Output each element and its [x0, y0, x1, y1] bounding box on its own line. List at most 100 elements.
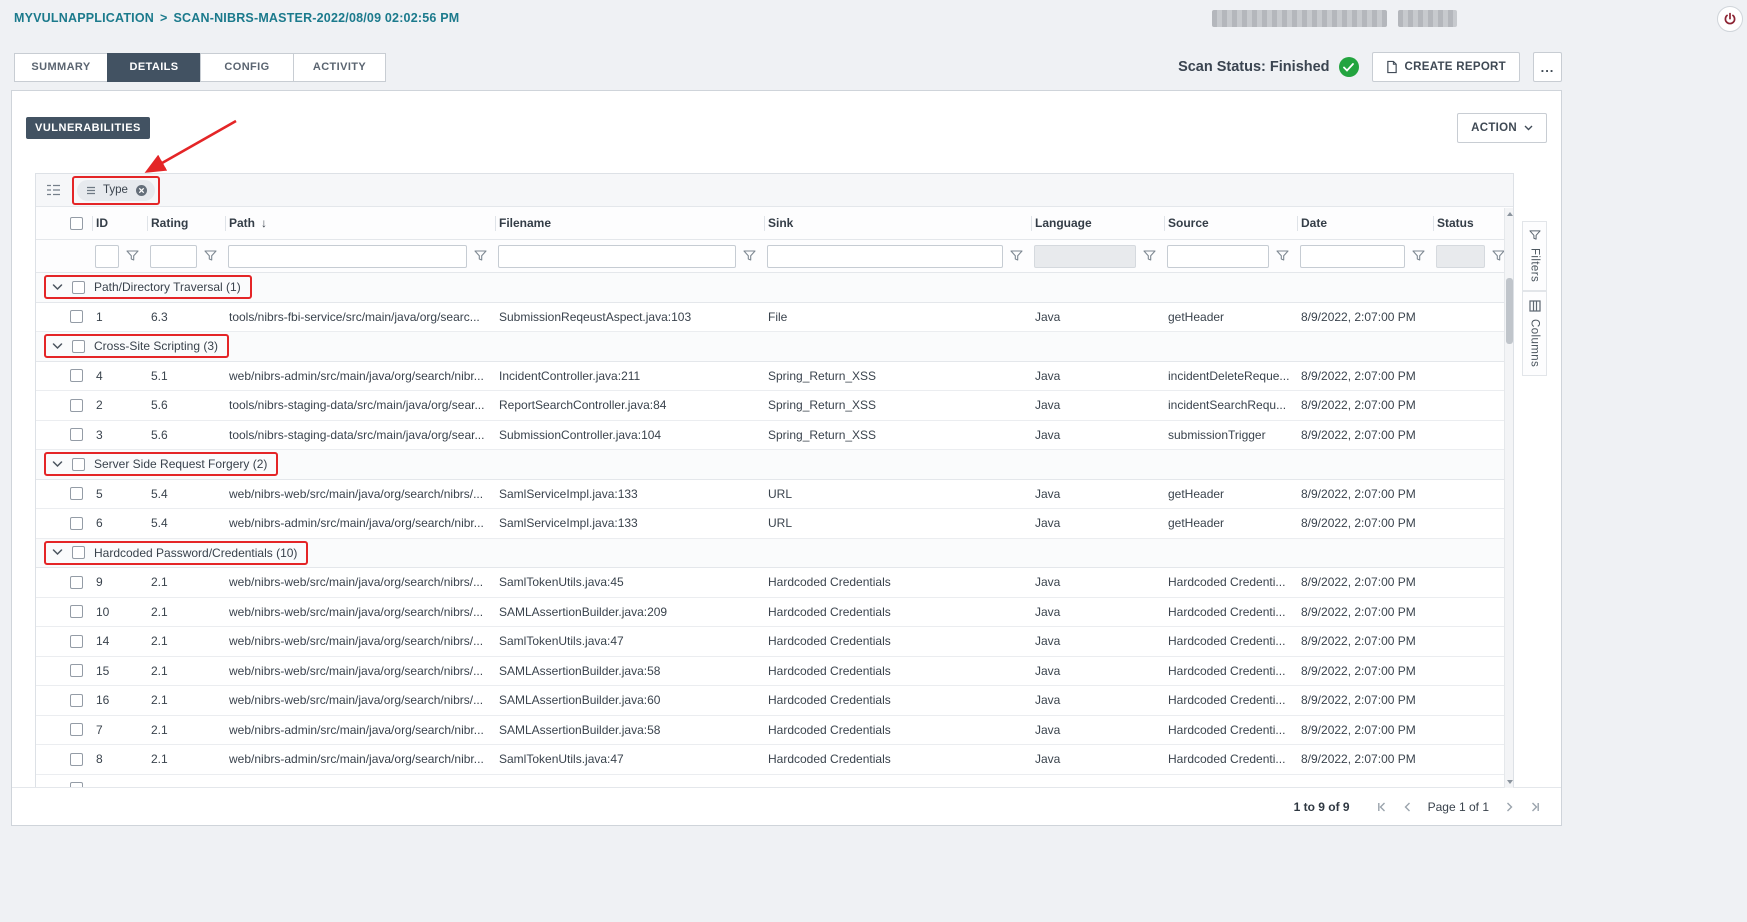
tab-details[interactable]: DETAILS [107, 53, 200, 82]
table-row[interactable]: 82.1web/nibrs-admin/src/main/java/org/se… [36, 745, 1513, 775]
row-group-bar: Type [36, 174, 1513, 207]
filter-input-id[interactable] [95, 245, 119, 268]
select-all-checkbox[interactable] [70, 217, 83, 230]
filter-menu-icon-rating[interactable] [204, 250, 217, 262]
table-row[interactable]: 102.1web/nibrs-web/src/main/java/org/sea… [36, 598, 1513, 628]
cell-sink: Spring_Return_XSS [764, 428, 1031, 442]
collapse-group-icon[interactable] [52, 343, 63, 350]
column-header-filename[interactable]: Filename [495, 207, 764, 239]
group-row[interactable]: Path/Directory Traversal (1) [36, 273, 1513, 303]
table-row[interactable]: 25.6tools/nibrs-staging-data/src/main/ja… [36, 391, 1513, 421]
filter-input-rating[interactable] [150, 245, 197, 268]
cell-path: tools/nibrs-staging-data/src/main/java/o… [225, 398, 495, 412]
column-header-language[interactable]: Language [1031, 207, 1164, 239]
breadcrumb-scan-link[interactable]: SCAN-NIBRS-MASTER-2022/08/09 02:02:56 PM [173, 11, 459, 25]
row-checkbox[interactable] [70, 723, 83, 736]
group-row[interactable]: Hardcoded Password/Credentials (10) [36, 539, 1513, 569]
table-row[interactable]: 35.6tools/nibrs-staging-data/src/main/ja… [36, 421, 1513, 451]
remove-group-icon[interactable] [135, 184, 148, 197]
filter-menu-icon-filename[interactable] [743, 250, 756, 262]
filter-cell-sink [764, 240, 1031, 272]
row-checkbox[interactable] [70, 310, 83, 323]
collapse-group-icon[interactable] [52, 284, 63, 291]
filter-input-source[interactable] [1167, 245, 1269, 268]
filter-menu-icon-sink[interactable] [1010, 250, 1023, 262]
row-checkbox[interactable] [70, 369, 83, 382]
table-row[interactable]: 152.1web/nibrs-web/src/main/java/org/sea… [36, 657, 1513, 687]
column-header-rating[interactable]: Rating [147, 207, 225, 239]
filter-menu-icon-source[interactable] [1276, 250, 1289, 262]
cell-sink: Hardcoded Credentials [764, 664, 1031, 678]
table-row[interactable]: 142.1web/nibrs-web/src/main/java/org/sea… [36, 627, 1513, 657]
tab-summary[interactable]: SUMMARY [14, 53, 107, 82]
table-row[interactable]: 16.3tools/nibrs-fbi-service/src/main/jav… [36, 303, 1513, 333]
collapse-group-icon[interactable] [52, 461, 63, 468]
side-tab-columns[interactable]: Columns [1522, 291, 1547, 376]
table-row[interactable]: 45.1web/nibrs-admin/src/main/java/org/se… [36, 362, 1513, 392]
cell-id: 2 [92, 398, 147, 412]
row-checkbox[interactable] [70, 605, 83, 618]
row-checkbox[interactable] [70, 694, 83, 707]
filter-input-path[interactable] [228, 245, 467, 268]
last-page-button[interactable] [1529, 801, 1541, 813]
action-button[interactable]: ACTION [1457, 113, 1547, 143]
table-row[interactable]: 162.1web/nibrs-web/src/main/java/org/sea… [36, 686, 1513, 716]
filter-menu-icon-date[interactable] [1412, 250, 1425, 262]
table-row[interactable]: 55.4web/nibrs-web/src/main/java/org/sear… [36, 480, 1513, 510]
cell-id: 16 [92, 693, 147, 707]
row-select-cell [36, 576, 92, 589]
first-page-button[interactable] [1376, 801, 1388, 813]
column-header-label: Status [1437, 216, 1474, 230]
next-page-button[interactable] [1503, 801, 1515, 813]
cell-id: 4 [92, 369, 147, 383]
vertical-scrollbar[interactable] [1504, 208, 1513, 788]
column-header-date[interactable]: Date [1297, 207, 1433, 239]
group-row[interactable]: Server Side Request Forgery (2) [36, 450, 1513, 480]
scroll-up-icon[interactable] [1505, 209, 1514, 219]
table-row[interactable]: 72.1web/nibrs-admin/src/main/java/org/se… [36, 716, 1513, 746]
filter-cell-source [1164, 240, 1297, 272]
collapse-group-icon[interactable] [52, 549, 63, 556]
column-header-source[interactable]: Source [1164, 207, 1297, 239]
column-header-status[interactable]: Status [1433, 207, 1513, 239]
app-root: MYVULNAPPLICATION>SCAN-NIBRS-MASTER-2022… [0, 0, 1747, 922]
filter-menu-icon-path[interactable] [474, 250, 487, 262]
row-checkbox[interactable] [70, 753, 83, 766]
breadcrumb-app-link[interactable]: MYVULNAPPLICATION [14, 11, 154, 25]
group-pill-type[interactable]: Type [77, 180, 155, 201]
filter-menu-icon-language[interactable] [1143, 250, 1156, 262]
column-header-id[interactable]: ID [92, 207, 147, 239]
row-checkbox[interactable] [70, 635, 83, 648]
group-select-checkbox[interactable] [72, 546, 85, 559]
row-checkbox[interactable] [70, 487, 83, 500]
more-options-button[interactable]: ... [1533, 52, 1562, 82]
logout-power-button[interactable] [1717, 6, 1743, 32]
row-checkbox[interactable] [70, 576, 83, 589]
cell-date: 8/9/2022, 2:07:00 PM [1297, 310, 1433, 324]
table-row[interactable]: 92.1web/nibrs-web/src/main/java/org/sear… [36, 568, 1513, 598]
side-tab-filters[interactable]: Filters [1522, 221, 1547, 291]
tab-activity[interactable]: ACTIVITY [293, 53, 386, 82]
group-select-checkbox[interactable] [72, 281, 85, 294]
column-header-sink[interactable]: Sink [764, 207, 1031, 239]
group-select-checkbox[interactable] [72, 458, 85, 471]
create-report-button[interactable]: CREATE REPORT [1372, 52, 1520, 82]
prev-page-button[interactable] [1402, 801, 1414, 813]
filter-menu-icon-id[interactable] [126, 250, 139, 262]
tab-config[interactable]: CONFIG [200, 53, 293, 82]
cell-path: web/nibrs-admin/src/main/java/org/search… [225, 723, 495, 737]
group-select-checkbox[interactable] [72, 340, 85, 353]
scroll-down-icon[interactable] [1505, 777, 1514, 787]
row-checkbox[interactable] [70, 399, 83, 412]
filter-input-date[interactable] [1300, 245, 1405, 268]
scrollbar-thumb[interactable] [1506, 278, 1513, 344]
cell-path: web/nibrs-admin/src/main/java/org/search… [225, 752, 495, 766]
row-checkbox[interactable] [70, 517, 83, 530]
filter-input-filename[interactable] [498, 245, 736, 268]
row-checkbox[interactable] [70, 664, 83, 677]
table-row[interactable]: 65.4web/nibrs-admin/src/main/java/org/se… [36, 509, 1513, 539]
group-row[interactable]: Cross-Site Scripting (3) [36, 332, 1513, 362]
filter-input-sink[interactable] [767, 245, 1003, 268]
row-checkbox[interactable] [70, 428, 83, 441]
column-header-path[interactable]: Path↓ [225, 207, 495, 239]
